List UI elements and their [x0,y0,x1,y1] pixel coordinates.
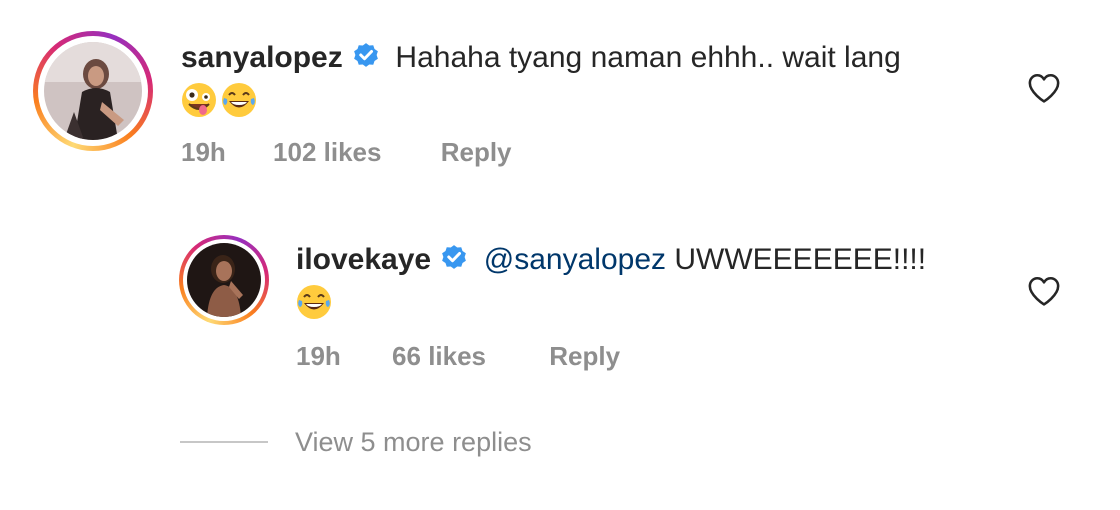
timestamp: 19h [296,341,341,371]
username[interactable]: sanyalopez [181,41,343,74]
comment-meta: 19h 102 likes Reply [181,137,512,168]
reply-button[interactable]: Reply [549,341,620,372]
tears-of-joy-emoji-icon [221,82,257,123]
comment-sanyalopez: sanyalopez Hahaha tyang naman ehhh.. wai… [0,0,1120,190]
comment-text: UWWEEEEEEE!!!! [666,242,927,276]
timestamp: 19h [181,137,226,167]
comment-text: Hahaha tyang naman ehhh.. wait lang [395,40,901,74]
username[interactable]: ilovekaye [296,243,431,276]
verified-badge-icon [351,40,381,78]
view-more-replies-button[interactable]: View 5 more replies [295,427,532,458]
comment-line: sanyalopez Hahaha tyang naman ehhh.. wai… [181,40,901,78]
comment-ilovekaye: ilovekaye @sanyalopez UWWEEEEEEE!!!! 19h… [0,200,1120,400]
emoji-row [181,82,257,123]
avatar-photo [44,42,142,140]
emoji-row [296,284,332,325]
comment-line: ilovekaye @sanyalopez UWWEEEEEEE!!!! [296,242,926,280]
reply-button[interactable]: Reply [441,137,512,168]
avatar[interactable] [179,235,269,325]
tears-of-joy-emoji-icon [296,284,332,325]
avatar-photo [187,243,261,317]
comment-meta: 19h 66 likes Reply [296,341,620,372]
zany-face-emoji-icon [181,82,217,123]
avatar[interactable] [33,31,153,151]
view-more-divider [180,441,268,443]
like-heart-icon[interactable] [1027,72,1061,109]
likes-count[interactable]: 102 likes [273,137,381,168]
verified-badge-icon [439,242,469,280]
like-heart-icon[interactable] [1027,275,1061,312]
mention-link[interactable]: @sanyalopez [484,243,666,276]
likes-count[interactable]: 66 likes [392,341,486,372]
